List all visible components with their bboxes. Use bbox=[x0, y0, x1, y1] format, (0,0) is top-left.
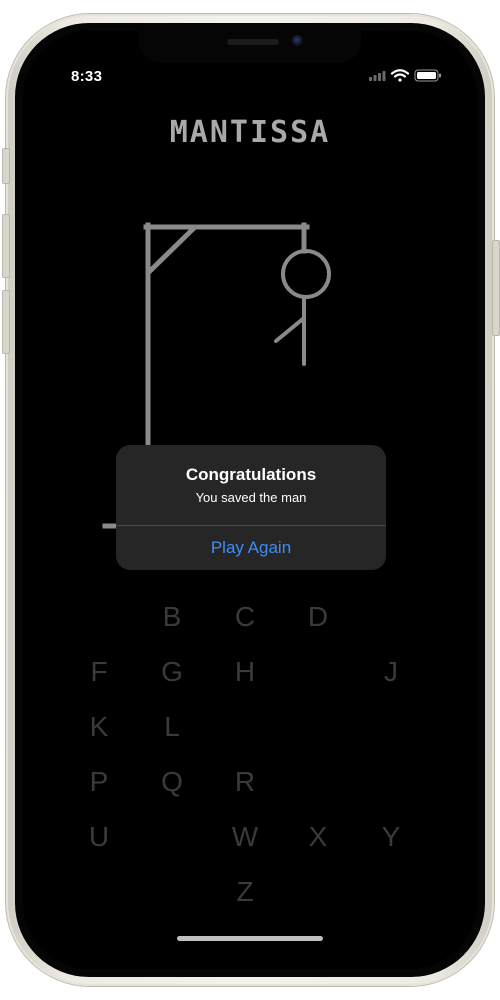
letter-key-w[interactable]: W bbox=[220, 820, 270, 854]
letter-key-q[interactable]: Q bbox=[147, 765, 197, 799]
letter-key-r[interactable]: R bbox=[220, 765, 270, 799]
letter-key-z[interactable]: Z bbox=[220, 875, 270, 909]
congratulations-alert: Congratulations You saved the man Play A… bbox=[116, 445, 386, 570]
alert-title: Congratulations bbox=[185, 465, 317, 484]
letter-key-f[interactable]: F bbox=[74, 655, 124, 689]
gallows-brace bbox=[146, 225, 197, 275]
letter-key-k[interactable]: K bbox=[74, 710, 124, 744]
letter-key-b[interactable]: B bbox=[147, 600, 197, 634]
play-again-button[interactable]: Play Again bbox=[116, 526, 386, 570]
letter-key-h[interactable]: H bbox=[220, 655, 270, 689]
silent-switch bbox=[2, 148, 10, 184]
letter-key-u[interactable]: U bbox=[74, 820, 124, 854]
letter-key-c[interactable]: C bbox=[220, 600, 270, 634]
volume-up-button bbox=[2, 214, 10, 278]
letter-key-x[interactable]: X bbox=[293, 820, 343, 854]
letter-key-d[interactable]: D bbox=[293, 600, 343, 634]
volume-down-button bbox=[2, 290, 10, 354]
app-screen: 8:33 MANTISSA B C D F G H J K L P Q R U … bbox=[23, 31, 477, 969]
man-arm bbox=[274, 316, 306, 343]
alert-message: You saved the man bbox=[195, 490, 307, 505]
letter-key-j[interactable]: J bbox=[366, 655, 416, 689]
man-head bbox=[281, 249, 331, 299]
home-indicator[interactable] bbox=[177, 936, 323, 941]
letter-key-p[interactable]: P bbox=[74, 765, 124, 799]
power-button bbox=[492, 240, 500, 336]
letter-key-l[interactable]: L bbox=[147, 710, 197, 744]
letter-key-g[interactable]: G bbox=[147, 655, 197, 689]
letter-key-y[interactable]: Y bbox=[366, 820, 416, 854]
